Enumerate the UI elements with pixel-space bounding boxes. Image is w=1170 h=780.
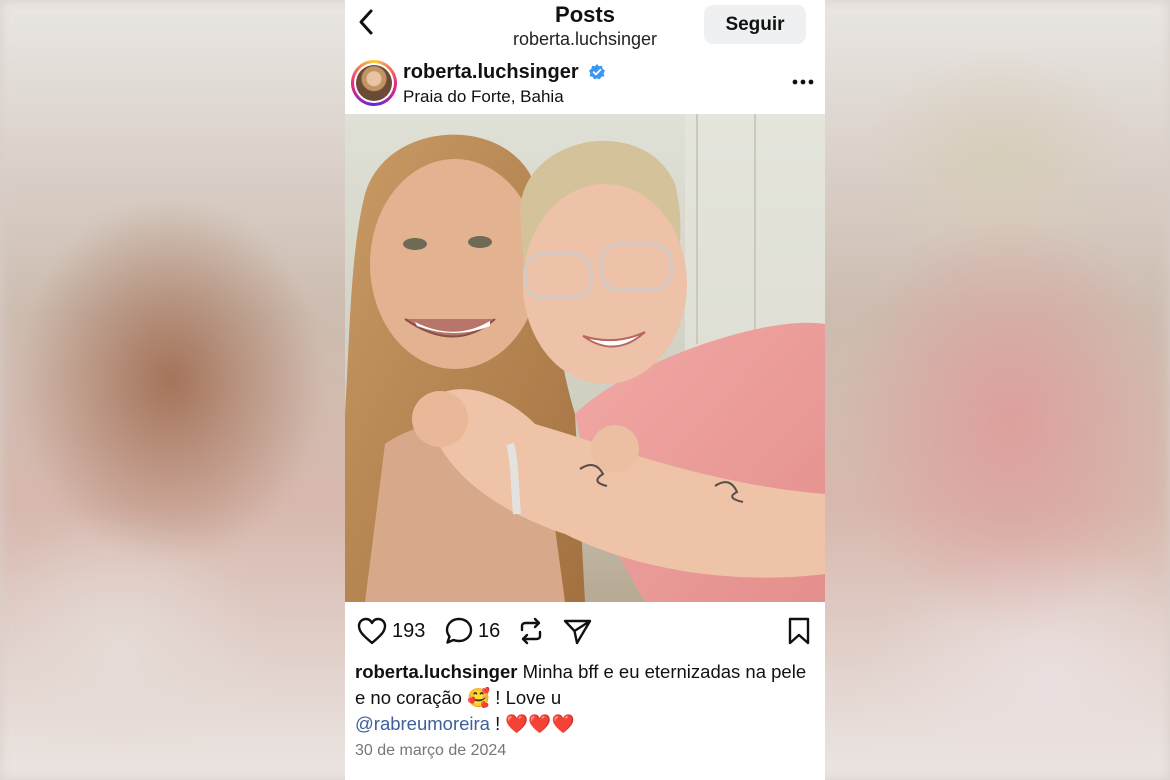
save-icon[interactable] bbox=[787, 617, 811, 645]
comment-count[interactable]: 16 bbox=[478, 620, 500, 643]
like-icon[interactable] bbox=[357, 617, 387, 645]
caption-username[interactable]: roberta.luchsinger bbox=[355, 661, 517, 682]
post-header: roberta.luchsinger Praia do Forte, Bahia bbox=[345, 52, 825, 114]
like-count[interactable]: 193 bbox=[392, 620, 425, 643]
top-bar: Posts roberta.luchsinger Seguir bbox=[345, 0, 825, 50]
caption-mention[interactable]: @rabreumoreira bbox=[355, 713, 490, 734]
photo-illustration bbox=[345, 114, 825, 602]
post-actions: 193 16 bbox=[345, 605, 825, 655]
post-date: 30 de março de 2024 bbox=[355, 742, 507, 759]
caption-hearts: ❤️❤️❤️ bbox=[505, 713, 575, 734]
verified-icon bbox=[589, 64, 605, 80]
post-screen: Posts roberta.luchsinger Seguir roberta.… bbox=[345, 0, 825, 780]
more-icon[interactable] bbox=[791, 78, 815, 86]
post-location[interactable]: Praia do Forte, Bahia bbox=[403, 87, 564, 107]
caption-emoji: 🥰 bbox=[467, 687, 491, 708]
share-icon[interactable] bbox=[563, 617, 593, 645]
follow-button[interactable]: Seguir bbox=[704, 5, 806, 44]
post-username[interactable]: roberta.luchsinger bbox=[403, 61, 579, 84]
post-photo[interactable] bbox=[345, 114, 825, 602]
post-caption: roberta.luchsinger Minha bff e eu eterni… bbox=[355, 659, 817, 737]
avatar[interactable] bbox=[351, 60, 397, 106]
repost-icon[interactable] bbox=[517, 617, 545, 645]
caption-end: ! bbox=[495, 713, 501, 734]
comment-icon[interactable] bbox=[445, 617, 473, 645]
caption-after: ! Love u bbox=[495, 687, 562, 708]
